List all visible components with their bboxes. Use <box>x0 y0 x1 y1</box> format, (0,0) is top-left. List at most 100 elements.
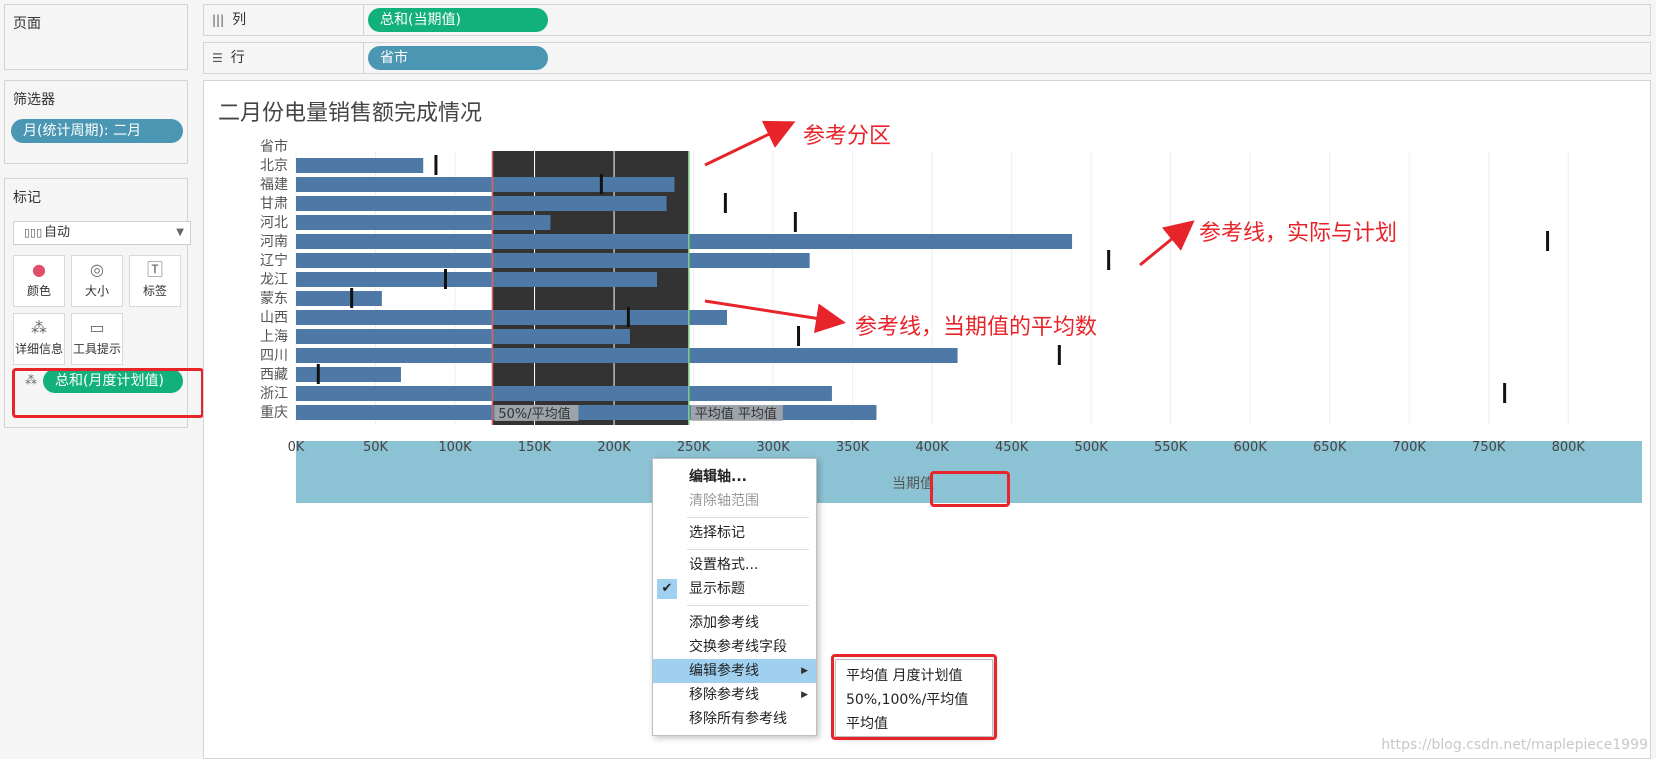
bar <box>296 405 877 420</box>
highlight-detail-pill <box>12 368 204 418</box>
axis-context-menu: 编辑轴... 清除轴范围 选择标记 设置格式... ✔ 显示标题 添加参考线 交… <box>652 458 817 736</box>
marks-title: 标记 <box>13 190 41 206</box>
size-circles-icon: ◎ <box>90 260 104 279</box>
tick-label: 100K <box>438 440 472 455</box>
columns-shelf-label: ||| 列 <box>204 5 364 35</box>
tick-label: 0K <box>288 440 305 455</box>
category-label: 河南 <box>260 234 288 250</box>
submenu-arrow-icon: ▶ <box>801 666 808 676</box>
bar <box>296 253 810 268</box>
menu-format[interactable]: 设置格式... <box>653 553 816 577</box>
rows-shelf-label: ☰ 行 <box>204 43 364 73</box>
detail-button-label: 详细信息 <box>14 342 63 356</box>
rows-pill[interactable]: 省市 <box>368 46 548 70</box>
tick-label: 800K <box>1552 440 1586 455</box>
columns-icon: ||| <box>212 13 225 27</box>
bar <box>296 215 551 230</box>
bar <box>296 196 667 211</box>
menu-select-marks[interactable]: 选择标记 <box>653 521 816 545</box>
category-label: 甘肃 <box>260 196 288 212</box>
bar <box>296 348 958 363</box>
category-label: 河北 <box>260 215 288 231</box>
color-button[interactable]: ● 颜色 <box>13 255 65 307</box>
tick-label: 550K <box>1154 440 1188 455</box>
category-label: 四川 <box>260 348 288 364</box>
tick-label: 400K <box>915 440 949 455</box>
bar <box>296 386 832 401</box>
bar-chart[interactable]: 省市北京福建甘肃河北河南辽宁龙江蒙东山西上海四川西藏浙江重庆 50%/平均值 平均值… <box>204 81 1650 521</box>
menu-clear-axis-range: 清除轴范围 <box>689 493 759 509</box>
tick-label: 500K <box>1074 440 1108 455</box>
menu-swap-reference-fields[interactable]: 交换参考线字段 <box>653 635 816 659</box>
detail-button[interactable]: ⁂ 详细信息 <box>13 313 65 365</box>
tick-label: 250K <box>677 440 711 455</box>
label-button[interactable]: 🅃 标签 <box>129 255 181 307</box>
pages-title: 页面 <box>13 16 41 32</box>
color-button-label: 颜色 <box>26 284 51 298</box>
watermark: https://blog.csdn.net/maplepiece1999 <box>1381 737 1648 753</box>
bar <box>296 272 657 287</box>
filter-pill-month[interactable]: 月(统计周期): 二月 <box>11 119 183 143</box>
annotation-ref-band: 参考分区 <box>803 124 892 149</box>
band-label: 50%/平均值 <box>498 406 570 422</box>
pages-panel: 页面 <box>4 4 188 70</box>
tick-label: 750K <box>1472 440 1506 455</box>
menu-edit-axis[interactable]: 编辑轴... <box>653 465 816 489</box>
highlight-axis-title <box>930 471 1010 507</box>
x-axis-title: 当期值 <box>892 476 934 492</box>
tick-label: 450K <box>995 440 1029 455</box>
category-label: 重庆 <box>260 405 288 421</box>
bar <box>296 158 424 173</box>
chevron-down-icon: ▼ <box>176 227 184 238</box>
row-header-label: 省市 <box>260 138 288 155</box>
tick-label: 350K <box>836 440 870 455</box>
tooltip-button-label: 工具提示 <box>72 342 121 356</box>
columns-pill[interactable]: 总和(当期值) <box>368 8 548 32</box>
category-label: 龙江 <box>260 272 288 288</box>
annotation-ref-line-plan: 参考线，实际与计划 <box>1199 221 1398 246</box>
columns-shelf: ||| 列 总和(当期值) <box>203 4 1651 36</box>
tick-label: 150K <box>518 440 552 455</box>
category-label: 辽宁 <box>260 252 288 269</box>
mark-type-dropdown[interactable]: ▯▯▯ 自动 ▼ <box>13 221 191 245</box>
rows-icon: ☰ <box>212 51 223 65</box>
bar <box>296 367 401 382</box>
size-button-label: 大小 <box>84 284 109 298</box>
annotation-ref-line-avg: 参考线，当期值的平均数 <box>855 315 1098 340</box>
bar <box>296 291 382 306</box>
menu-edit-reference-line[interactable]: 编辑参考线 ▶ <box>653 659 816 683</box>
menu-separator <box>687 517 809 518</box>
label-button-label: 标签 <box>142 284 167 298</box>
menu-add-reference-line[interactable]: 添加参考线 <box>653 611 816 635</box>
highlight-submenu <box>831 654 997 740</box>
text-label-icon: 🅃 <box>146 260 163 279</box>
color-dots-icon: ● <box>32 260 46 279</box>
tick-label: 600K <box>1234 440 1268 455</box>
size-button[interactable]: ◎ 大小 <box>71 255 123 307</box>
category-label: 福建 <box>260 177 288 193</box>
category-label: 浙江 <box>260 386 288 402</box>
bar <box>296 329 630 344</box>
tick-label: 650K <box>1313 440 1347 455</box>
menu-remove-all-reference-lines[interactable]: 移除所有参考线 <box>653 707 816 731</box>
average-label: 平均值 平均值 <box>695 406 777 422</box>
category-label: 山西 <box>260 310 288 326</box>
bar-chart-icon: ▯▯▯ <box>24 226 43 239</box>
tooltip-button[interactable]: ▭ 工具提示 <box>71 313 123 365</box>
check-icon: ✔ <box>657 579 677 599</box>
bar <box>296 177 675 192</box>
category-label: 蒙东 <box>260 291 288 307</box>
tick-label: 50K <box>363 440 389 455</box>
category-label: 西藏 <box>260 367 288 383</box>
reference-band <box>492 151 689 425</box>
tick-label: 200K <box>597 440 631 455</box>
filters-title: 筛选器 <box>13 92 55 108</box>
bar <box>296 310 727 325</box>
mark-type-label: 自动 <box>44 225 71 240</box>
menu-separator <box>687 605 809 606</box>
menu-remove-reference-line[interactable]: 移除参考线 ▶ <box>653 683 816 707</box>
menu-show-header[interactable]: ✔ 显示标题 <box>653 577 816 601</box>
tick-label: 700K <box>1393 440 1427 455</box>
menu-separator <box>687 549 809 550</box>
submenu-arrow-icon: ▶ <box>801 690 808 700</box>
